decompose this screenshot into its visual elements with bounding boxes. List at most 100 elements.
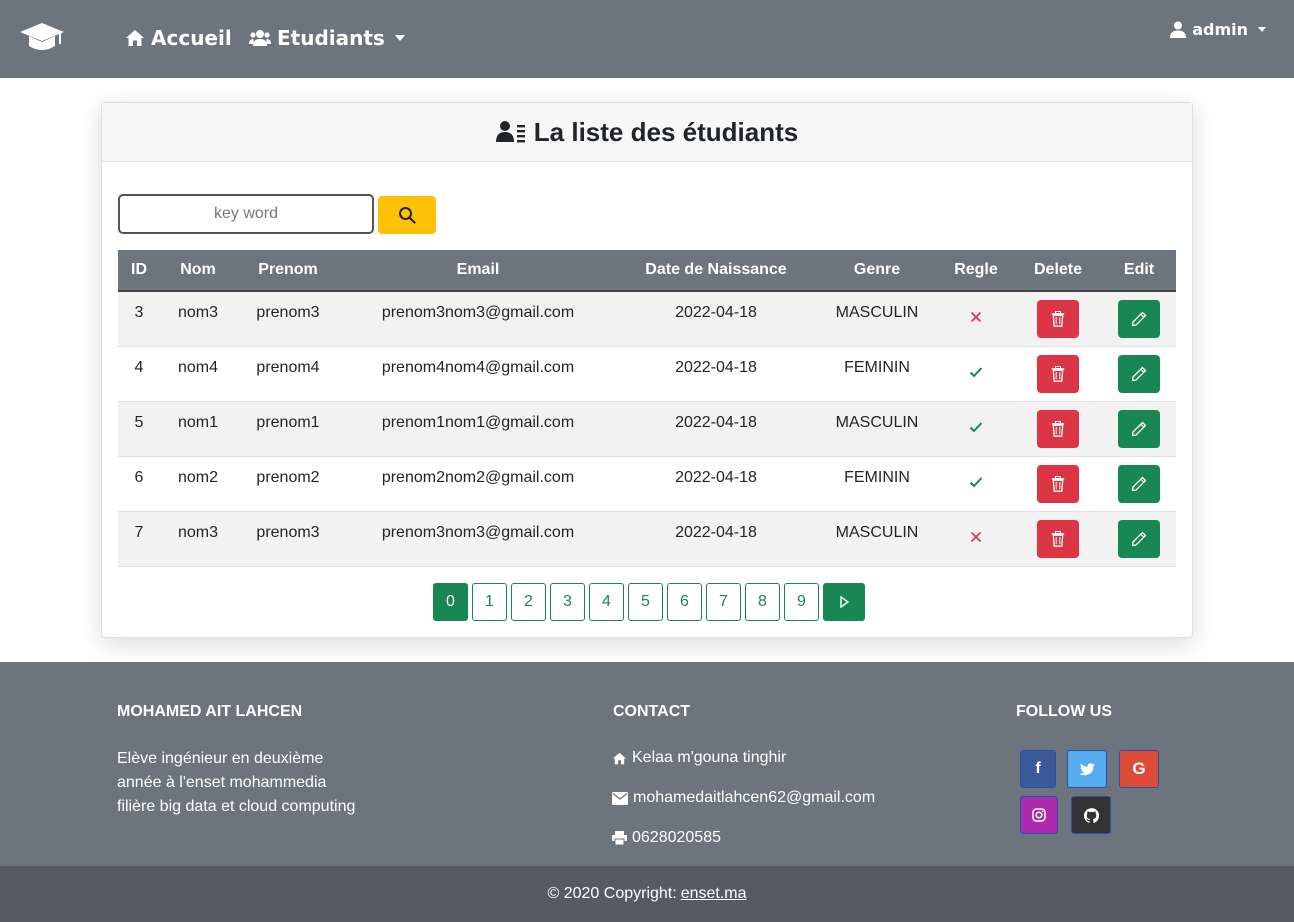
instagram-button[interactable] [1020, 796, 1058, 834]
trash-icon [1051, 365, 1065, 382]
envelope-icon [612, 791, 628, 805]
page-button[interactable]: 3 [550, 583, 585, 621]
search-input[interactable] [118, 194, 374, 234]
printer-icon [612, 831, 627, 845]
home-icon [613, 752, 626, 764]
page-button[interactable]: 6 [667, 583, 702, 621]
search-button[interactable] [378, 196, 436, 234]
cell-email: prenom3nom3@gmail.com [381, 304, 575, 321]
cell-date: 2022-04-18 [675, 304, 757, 321]
chevron-down-icon [394, 35, 405, 41]
footer: MOHAMED AIT LAHCEN Elève ingénieur en de… [0, 662, 1294, 866]
delete-button[interactable] [1037, 519, 1079, 558]
cell-id: 4 [134, 358, 144, 376]
user-menu-dropdown[interactable]: admin [1170, 20, 1266, 39]
check-icon [969, 420, 983, 437]
cell-regle [938, 291, 1014, 346]
edit-button[interactable] [1118, 409, 1160, 448]
cell-nom: nom2 [177, 468, 219, 486]
search-icon [399, 207, 416, 224]
cell-regle [938, 456, 1014, 511]
check-icon [969, 475, 983, 492]
page-button[interactable]: 2 [511, 583, 546, 621]
cell-id: 7 [134, 523, 144, 541]
google-icon: G [1132, 759, 1146, 778]
page-button[interactable]: 0 [433, 583, 468, 621]
cell-nom: nom3 [177, 523, 219, 541]
cell-regle [938, 401, 1014, 456]
delete-button[interactable] [1037, 409, 1079, 448]
next-page-button[interactable] [823, 583, 865, 621]
cell-edit [1102, 291, 1176, 346]
google-button[interactable]: G [1119, 750, 1159, 788]
cell-edit [1102, 401, 1176, 456]
cell-regle [938, 346, 1014, 401]
cell-email: prenom4nom4@gmail.com [381, 358, 575, 376]
cell-prenom: prenom3 [256, 304, 320, 321]
page-button[interactable]: 8 [745, 583, 780, 621]
cell-genre: MASCULIN [835, 413, 919, 431]
column-header: Date de Naissance [616, 250, 816, 292]
cell-date: 2022-04-18 [675, 523, 757, 541]
card-header: La liste des étudiants [102, 103, 1192, 162]
pencil-icon [1131, 366, 1147, 381]
cell-id: 6 [134, 468, 144, 486]
cell-date: 2022-04-18 [675, 468, 757, 486]
cell-prenom: prenom4 [256, 358, 320, 376]
cell-email: prenom2nom2@gmail.com [381, 468, 575, 486]
users-icon [249, 30, 271, 46]
trash-icon [1051, 311, 1065, 327]
close-icon [969, 310, 983, 327]
cell-date: 2022-04-18 [675, 413, 757, 431]
edit-button[interactable] [1118, 519, 1160, 558]
table-row: 4 nom4 prenom4 prenom4nom4@gmail.com 202… [118, 346, 1176, 401]
edit-button[interactable] [1118, 300, 1160, 338]
cell-genre: FEMININ [844, 468, 910, 486]
user-icon [1170, 21, 1187, 38]
edit-button[interactable] [1118, 464, 1160, 503]
column-header: Edit [1102, 250, 1176, 292]
twitter-icon [1079, 762, 1095, 775]
pencil-icon [1131, 531, 1147, 546]
nav-home-link[interactable]: Accueil [125, 24, 232, 52]
nav-students-dropdown[interactable]: Etudiants [249, 24, 405, 52]
page-button[interactable]: 9 [784, 583, 819, 621]
pencil-icon [1131, 421, 1147, 436]
twitter-button[interactable] [1067, 750, 1107, 788]
edit-button[interactable] [1118, 354, 1160, 393]
graduation-cap-icon[interactable] [19, 21, 65, 55]
page-button[interactable]: 1 [472, 583, 507, 621]
cell-delete [1014, 346, 1102, 401]
cell-edit [1102, 346, 1176, 401]
facebook-button[interactable]: f [1020, 750, 1056, 788]
delete-button[interactable] [1037, 354, 1079, 393]
students-card: La liste des étudiants ID Nom Prenom Ema… [101, 102, 1193, 638]
copyright-link[interactable]: enset.ma [681, 885, 747, 903]
cell-genre: FEMININ [844, 358, 910, 376]
github-icon [1083, 807, 1099, 823]
column-header: Nom [160, 250, 236, 292]
column-header: ID [118, 250, 160, 292]
cell-nom: nom4 [177, 358, 219, 376]
check-icon [969, 365, 983, 382]
page-button[interactable]: 7 [706, 583, 741, 621]
page-button[interactable]: 4 [589, 583, 624, 621]
about-line: année à l'enset mohammedia [117, 774, 327, 791]
github-button[interactable] [1071, 796, 1111, 834]
column-header: Email [340, 250, 616, 292]
footer-contact-title: CONTACT [613, 703, 691, 720]
cell-regle [938, 511, 1014, 566]
delete-button[interactable] [1037, 300, 1079, 338]
pencil-icon [1131, 476, 1147, 491]
nav-students-label: Etudiants [277, 26, 385, 50]
footer-follow-title: FOLLOW US [1016, 703, 1112, 720]
delete-button[interactable] [1037, 464, 1079, 503]
cell-id: 3 [134, 304, 144, 321]
cell-edit [1102, 456, 1176, 511]
close-icon [969, 530, 983, 547]
table-row: 7 nom3 prenom3 prenom3nom3@gmail.com 202… [118, 511, 1176, 566]
footer-about-title: MOHAMED AIT LAHCEN [117, 703, 303, 720]
trash-icon [1051, 475, 1065, 492]
cell-genre: MASCULIN [835, 523, 919, 541]
page-button[interactable]: 5 [628, 583, 663, 621]
